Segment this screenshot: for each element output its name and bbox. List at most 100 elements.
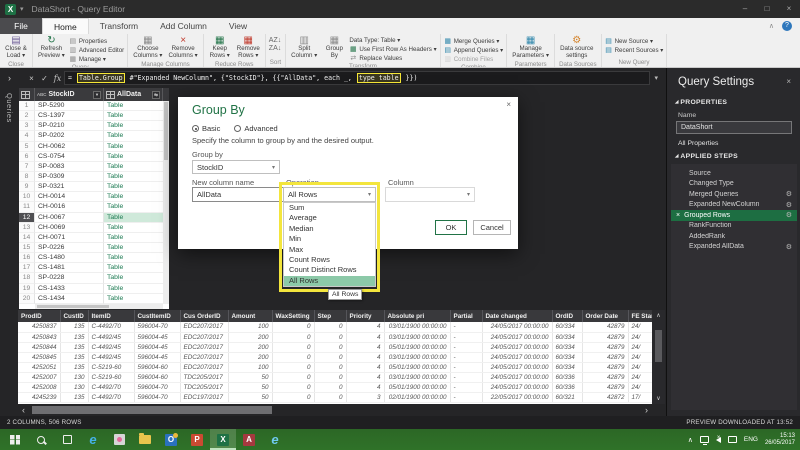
column-header-stockid[interactable]: ABC StockID	[35, 88, 104, 101]
dialog-close-icon[interactable]	[506, 100, 511, 109]
stockid-cell[interactable]: CS-1481	[35, 263, 104, 273]
column-header-ordid[interactable]: OrdID	[552, 310, 582, 322]
row-number[interactable]: 2	[19, 111, 35, 121]
taskbar-file-explorer-icon[interactable]	[132, 429, 158, 450]
taskbar-start-icon[interactable]	[2, 429, 28, 450]
basic-radio[interactable]: Basic	[192, 124, 220, 133]
step-settings-gear-icon[interactable]	[786, 190, 792, 198]
help-icon[interactable]	[782, 21, 792, 31]
column-header-itemid[interactable]: ItemID	[88, 310, 134, 322]
taskbar-access-icon[interactable]	[236, 429, 262, 450]
stockid-cell[interactable]: CH-0014	[35, 192, 104, 202]
alldata-table-link[interactable]: Table	[104, 172, 163, 182]
taskbar-powerpoint-icon[interactable]	[184, 429, 210, 450]
taskbar-edge-icon[interactable]	[262, 429, 288, 450]
new-source-button[interactable]: ▤New Source ▾	[605, 37, 664, 45]
row-number[interactable]: 5	[19, 142, 35, 152]
show-hidden-icons-icon[interactable]	[688, 436, 693, 444]
volume-muted-icon[interactable]	[716, 437, 721, 443]
remove-rows-button[interactable]: ▦RemoveRows ▾	[235, 35, 262, 60]
stockid-cell[interactable]: CS-1397	[35, 111, 104, 121]
column-header-custitemid[interactable]: CustItemID	[134, 310, 180, 322]
column-header-order-date[interactable]: Order Date	[582, 310, 628, 322]
stockid-cell[interactable]: SP-5290	[35, 101, 104, 111]
taskbar-task-view-icon[interactable]	[54, 429, 80, 450]
alldata-table-link[interactable]: Table	[104, 213, 163, 223]
alldata-table-link[interactable]: Table	[104, 233, 163, 243]
stockid-cell[interactable]: CS-1434	[35, 294, 104, 304]
alldata-table-link[interactable]: Table	[104, 192, 163, 202]
row-number[interactable]: 12	[19, 213, 35, 223]
keep-rows-button[interactable]: ▦KeepRows ▾	[207, 35, 233, 60]
horizontal-scrollbar[interactable]	[35, 304, 163, 309]
column-header-waxsetting[interactable]: WaxSetting	[272, 310, 314, 322]
sort-descending-button[interactable]: ZA↓	[269, 45, 277, 52]
operation-option-max[interactable]: Max	[284, 245, 375, 255]
scrollbar-thumb[interactable]	[37, 305, 109, 308]
expand-queries-pane-icon[interactable]	[0, 68, 19, 83]
operation-select[interactable]: All Rows	[283, 187, 376, 202]
row-number[interactable]: 18	[19, 273, 35, 283]
manage-button[interactable]: ▦Manage ▾	[69, 55, 124, 63]
alldata-table-link[interactable]: Table	[104, 294, 163, 304]
column-header-amount[interactable]: Amount	[228, 310, 272, 322]
alldata-table-link[interactable]: Table	[104, 162, 163, 172]
alldata-table-link[interactable]: Table	[104, 121, 163, 131]
maximize-button[interactable]	[756, 0, 778, 18]
operation-option-all-rows[interactable]: All Rows	[284, 276, 375, 286]
row-number[interactable]: 15	[19, 243, 35, 253]
row-number[interactable]: 19	[19, 284, 35, 294]
row-number[interactable]: 20	[19, 294, 35, 304]
row-number[interactable]: 4	[19, 131, 35, 141]
properties-button[interactable]: ▤Properties	[69, 37, 124, 45]
row-number[interactable]: 3	[19, 121, 35, 131]
data-source-settings-button[interactable]: ⚙Data sourcesettings	[558, 35, 595, 60]
column-header-cus-orderid[interactable]: Cus OrderID	[180, 310, 228, 322]
filter-icon[interactable]	[93, 91, 101, 99]
row-number[interactable]: 6	[19, 152, 35, 162]
scroll-right-icon[interactable]: ›	[645, 404, 648, 416]
alldata-table-link[interactable]: Table	[104, 202, 163, 212]
stockid-cell[interactable]: SP-0321	[35, 182, 104, 192]
close-button[interactable]	[778, 0, 800, 18]
use-first-row-as-headers-button[interactable]: ▦Use First Row As Headers ▾	[349, 45, 436, 53]
commit-formula-icon[interactable]	[38, 74, 51, 83]
alldata-table-link[interactable]: Table	[104, 263, 163, 273]
taskbar-outlook-icon[interactable]	[158, 429, 184, 450]
stockid-cell[interactable]: SP-0210	[35, 121, 104, 131]
taskbar-search-icon[interactable]	[28, 429, 54, 450]
operation-option-average[interactable]: Average	[284, 213, 375, 223]
applied-step-addedrank[interactable]: AddedRank	[671, 231, 797, 242]
all-properties-link[interactable]: All Properties	[678, 140, 718, 147]
applied-step-expanded-newcolumn[interactable]: Expanded NewColumn	[671, 200, 797, 211]
stockid-cell[interactable]: CS-1433	[35, 284, 104, 294]
stockid-cell[interactable]: SP-0228	[35, 273, 104, 283]
column-header-date-changed[interactable]: Date changed	[482, 310, 552, 322]
operation-option-count-distinct-rows[interactable]: Count Distinct Rows	[284, 265, 375, 275]
alldata-table-link[interactable]: Table	[104, 284, 163, 294]
recent-sources-button[interactable]: ▤Recent Sources ▾	[605, 46, 664, 54]
data-type-button[interactable]: Data Type: Table ▾	[349, 37, 436, 44]
tab-transform[interactable]: Transform	[89, 18, 149, 34]
row-number[interactable]: 17	[19, 263, 35, 273]
column-header-fe-start-dat[interactable]: FE Start Dat	[628, 310, 652, 322]
advanced-radio[interactable]: Advanced	[234, 124, 277, 133]
preview-horizontal-scrollbar[interactable]: ‹ ›	[18, 404, 652, 416]
tab-file[interactable]: File	[0, 18, 42, 34]
column-header-alldata[interactable]: AllData	[104, 88, 163, 101]
manage-parameters-button[interactable]: ▦ManageParameters ▾	[510, 35, 551, 60]
stockid-cell[interactable]: SP-0202	[35, 131, 104, 141]
row-number[interactable]: 13	[19, 223, 35, 233]
query-settings-close-icon[interactable]	[786, 77, 791, 86]
row-number[interactable]: 14	[19, 233, 35, 243]
column-header-partial[interactable]: Partial	[450, 310, 482, 322]
row-number[interactable]: 11	[19, 202, 35, 212]
stockid-cell[interactable]: SP-0226	[35, 243, 104, 253]
language-indicator[interactable]: ENG	[744, 436, 758, 443]
alldata-table-link[interactable]: Table	[104, 273, 163, 283]
stockid-cell[interactable]: CH-0067	[35, 213, 104, 223]
stockid-cell[interactable]: CH-0071	[35, 233, 104, 243]
tab-add-column[interactable]: Add Column	[149, 18, 218, 34]
row-number[interactable]: 10	[19, 192, 35, 202]
row-number[interactable]: 16	[19, 253, 35, 263]
